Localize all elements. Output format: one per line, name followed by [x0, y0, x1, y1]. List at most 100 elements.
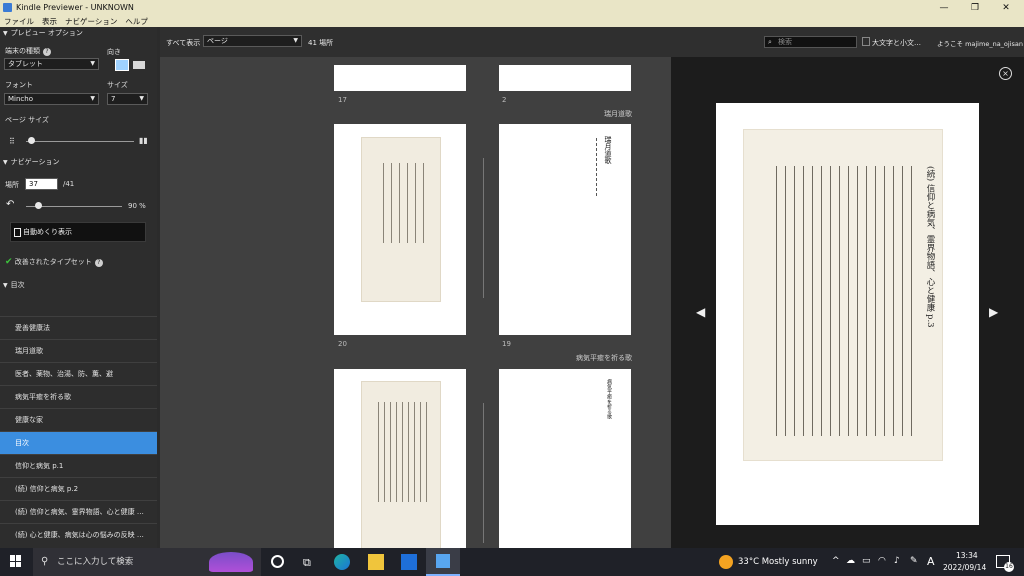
size-label: サイズ: [107, 81, 128, 89]
chevron-down-icon: ▼: [90, 95, 95, 102]
maximize-button[interactable]: ❐: [960, 0, 990, 15]
page-number: 17: [338, 96, 347, 104]
taskbar-search[interactable]: ⚲ ここに入力して検索: [33, 548, 261, 576]
case-sensitive-label[interactable]: 大文字と小文…: [872, 38, 921, 48]
window-title: Kindle Previewer - UNKNOWN: [16, 3, 134, 12]
search-input[interactable]: ⌕ 検索: [764, 36, 857, 48]
toc-header[interactable]: ▼ 目次: [3, 280, 25, 290]
menu-file[interactable]: ファイル: [4, 16, 34, 27]
battery-icon[interactable]: ▭: [862, 556, 871, 566]
checkmark-icon: ✔: [5, 257, 13, 267]
app-icon: [3, 3, 12, 12]
network-icon[interactable]: ☁: [846, 556, 855, 566]
help-icon[interactable]: ?: [94, 259, 103, 267]
scanned-text-lines: [378, 163, 426, 243]
toc-item[interactable]: 信仰と病気 p.1: [0, 454, 157, 477]
case-checkbox[interactable]: [862, 37, 870, 46]
store-icon[interactable]: [401, 554, 417, 570]
clock-date[interactable]: 2022/09/14: [943, 563, 986, 572]
portrait-orientation-button[interactable]: [115, 59, 129, 71]
ime-indicator[interactable]: A: [927, 555, 935, 568]
edge-icon[interactable]: [334, 554, 350, 570]
landscape-orientation-button[interactable]: [133, 61, 145, 69]
left-panel: ▼ プレビュー オプション 端末の種類? 向き タブレット ▼ フォント サイズ …: [0, 27, 157, 548]
tray-chevron-icon[interactable]: ^: [832, 556, 840, 566]
page-size-slider-knob[interactable]: [28, 137, 35, 144]
page-thumbnail[interactable]: [334, 369, 466, 548]
clock-time[interactable]: 13:34: [956, 551, 978, 560]
menu-bar: ファイル 表示 ナビゲーション ヘルプ: [0, 15, 1024, 27]
page-number: 2: [502, 96, 507, 104]
scanned-page-image: (続) 信仰と病気、霊界物語、心と健康 p.3: [743, 129, 943, 461]
size-select[interactable]: 7 ▼: [107, 93, 148, 105]
toc-item[interactable]: 愛善健康法: [0, 316, 157, 339]
notification-icon[interactable]: 16: [996, 555, 1014, 572]
page-thumbnail[interactable]: 瑞月道歌: [499, 124, 631, 335]
location-input[interactable]: 37: [25, 178, 58, 190]
menu-navigation[interactable]: ナビゲーション: [65, 16, 117, 27]
progress-slider-knob[interactable]: [35, 202, 42, 209]
toc-item[interactable]: 病気平癒を祈る歌: [0, 385, 157, 408]
page-size-slider[interactable]: [26, 141, 134, 142]
page-thumbnail[interactable]: [334, 124, 466, 335]
toc-item[interactable]: 医者、薬物、治湯、防、薫、避: [0, 362, 157, 385]
page-number: 19: [502, 340, 511, 348]
page-thumbnail[interactable]: [334, 65, 466, 91]
page-grid: 17 2 瑞月道歌 瑞月道歌 20 19 病気平癒を祈る歌 病気平癒を祈る歌: [160, 57, 671, 548]
close-preview-button[interactable]: ×: [999, 67, 1012, 80]
wifi-icon[interactable]: ◠: [878, 556, 886, 566]
weather-text[interactable]: 33°C Mostly sunny: [738, 557, 818, 567]
next-page-arrow[interactable]: ▶: [989, 305, 998, 319]
scanned-text-lines: [770, 166, 916, 436]
page-thumbnail[interactable]: 病気平癒を祈る歌: [499, 369, 631, 548]
toc-item[interactable]: (続) 信仰と病気、霊界物語、心と健康 …: [0, 500, 157, 523]
page-preview-pane: × ◀ ▶ (続) 信仰と病気、霊界物語、心と健康 p.3: [671, 57, 1024, 548]
scanned-page-image: [361, 381, 441, 548]
progress-label: 90 %: [128, 202, 146, 210]
windows-taskbar: ⚲ ここに入力して検索 ⧉ 33°C Mostly sunny ^ ☁ ▭ ◠ …: [0, 548, 1024, 576]
help-icon[interactable]: ?: [43, 48, 51, 56]
kindle-previewer-taskbar-button[interactable]: [426, 548, 460, 576]
grid-large-icon: ▮▮: [139, 136, 148, 145]
chapter-label: 瑞月道歌: [604, 110, 632, 118]
file-explorer-icon[interactable]: [368, 554, 384, 570]
chapter-label: 病気平癒を祈る歌: [576, 354, 632, 362]
welcome-label: ようこそ majime_na_ojisan: [937, 40, 1024, 48]
grid-small-icon: ⠿: [9, 137, 15, 146]
minimize-button[interactable]: —: [929, 0, 959, 15]
collapse-icon: ▼: [3, 158, 8, 166]
page-number: 20: [338, 340, 347, 348]
cortana-icon[interactable]: [271, 555, 284, 568]
preview-page: (続) 信仰と病気、霊界物語、心と健康 p.3: [716, 103, 979, 525]
toc-item[interactable]: (続) 信仰と病気 p.2: [0, 477, 157, 500]
device-select[interactable]: タブレット ▼: [4, 58, 99, 70]
typeset-row: ✔ 改善されたタイプセット?: [5, 257, 103, 267]
toc-item[interactable]: (続) 心と健康、病気は心の悩みの反映 …: [0, 523, 157, 546]
menu-help[interactable]: ヘルプ: [125, 16, 148, 27]
auto-advance-icon: [14, 227, 21, 237]
toc-item[interactable]: 瑞月道歌: [0, 339, 157, 362]
preview-options-header[interactable]: ▼ プレビュー オプション: [3, 28, 83, 38]
toc-item[interactable]: 健康な家: [0, 408, 157, 431]
device-type-label: 端末の種類?: [5, 46, 51, 56]
close-window-button[interactable]: ✕: [991, 0, 1021, 15]
previous-page-arrow[interactable]: ◀: [696, 305, 705, 319]
font-select[interactable]: Mincho ▼: [4, 93, 99, 105]
view-mode-select[interactable]: ページ ▼: [203, 35, 302, 47]
pen-icon[interactable]: ✎: [910, 556, 918, 566]
back-arrow-icon[interactable]: ↶: [6, 199, 14, 210]
font-label: フォント: [5, 81, 33, 89]
auto-advance-button[interactable]: 自動めくり表示: [10, 222, 146, 242]
notification-count: 16: [1004, 562, 1014, 572]
volume-icon[interactable]: ♪: [894, 556, 900, 566]
page-thumbnail[interactable]: [499, 65, 631, 91]
navigation-header[interactable]: ▼ ナビゲーション: [3, 157, 60, 167]
search-icon: ⌕: [768, 38, 772, 46]
toc-item-selected[interactable]: 目次: [0, 431, 157, 454]
menu-view[interactable]: 表示: [42, 16, 57, 27]
task-view-icon[interactable]: ⧉: [303, 556, 311, 570]
location-total: /41: [63, 180, 75, 188]
collapse-icon: ▼: [3, 29, 8, 37]
title-bar: Kindle Previewer - UNKNOWN — ❐ ✕: [0, 0, 1024, 15]
start-icon[interactable]: [10, 555, 22, 567]
